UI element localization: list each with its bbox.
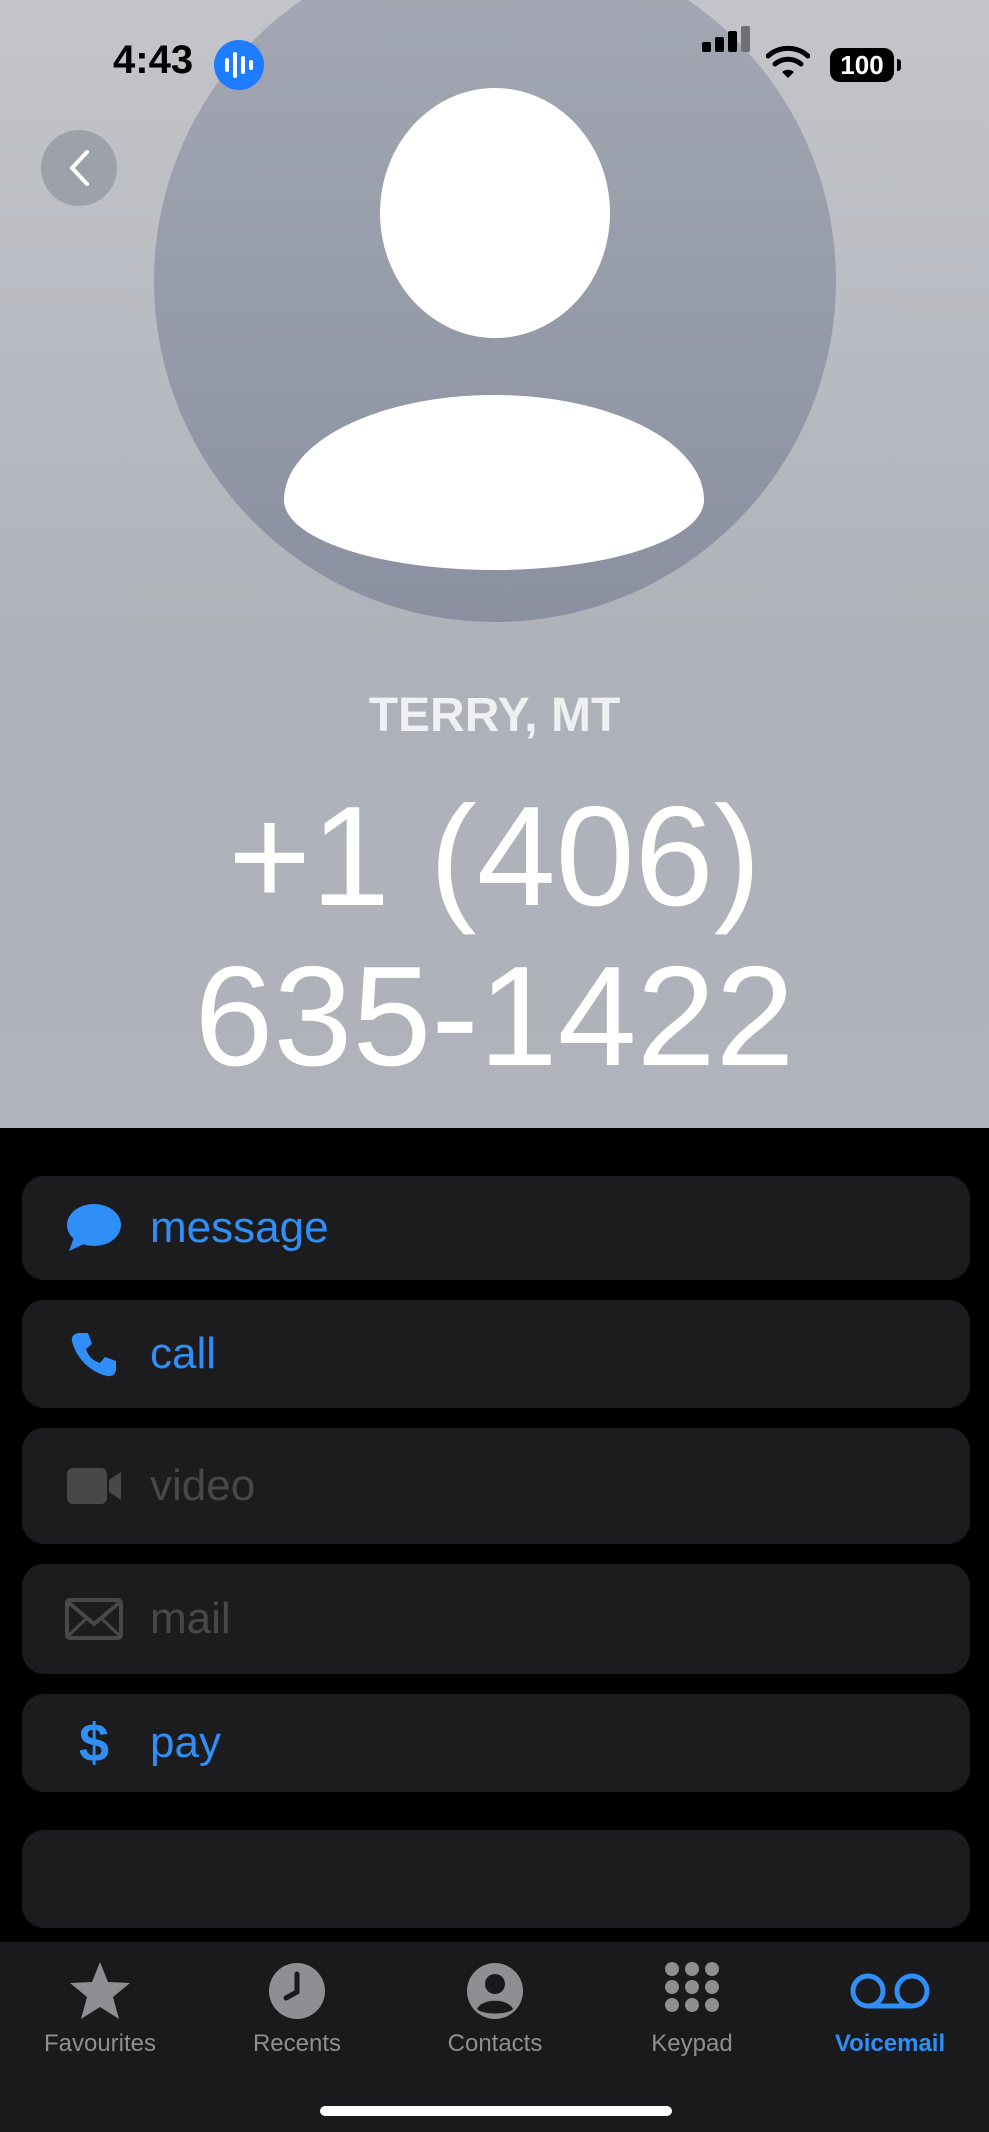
tab-keypad[interactable]: Keypad bbox=[602, 1956, 782, 2058]
mail-label: mail bbox=[150, 1594, 231, 1643]
tab-recents[interactable]: Recents bbox=[207, 1956, 387, 2058]
dollar-icon: $ bbox=[78, 1713, 110, 1773]
call-label: call bbox=[150, 1329, 217, 1378]
video-action-row[interactable]: video bbox=[22, 1428, 970, 1544]
call-action-row[interactable]: call bbox=[22, 1300, 970, 1408]
video-label: video bbox=[150, 1461, 256, 1510]
person-circle-icon bbox=[405, 1956, 585, 2026]
message-bubble-icon bbox=[62, 1196, 126, 1260]
envelope-icon bbox=[62, 1587, 126, 1651]
contact-header: 4:43 100 TERRY, MT +1 (406) 635-1422 bbox=[0, 0, 989, 1128]
phone-number-line1: +1 (406) bbox=[228, 777, 761, 936]
pay-action-row[interactable]: $ pay bbox=[22, 1694, 970, 1792]
chevron-left-icon bbox=[70, 150, 89, 186]
tab-favourites-label: Favourites bbox=[43, 2030, 157, 2057]
home-indicator[interactable] bbox=[320, 2106, 672, 2116]
tab-bar: Favourites Recents Contacts Keypad Voice… bbox=[0, 1942, 989, 2132]
message-label: message bbox=[150, 1203, 329, 1252]
message-action-row[interactable]: message bbox=[22, 1176, 970, 1280]
keypad-icon bbox=[602, 1956, 782, 2026]
video-camera-icon bbox=[62, 1454, 126, 1518]
back-button[interactable] bbox=[41, 130, 117, 206]
status-time: 4:43 bbox=[113, 38, 194, 82]
voicemail-icon bbox=[800, 1956, 980, 2026]
audio-recording-icon bbox=[214, 40, 264, 90]
tab-contacts[interactable]: Contacts bbox=[405, 1956, 585, 2058]
caller-location: TERRY, MT bbox=[368, 689, 621, 742]
pay-label: pay bbox=[150, 1718, 221, 1767]
tab-voicemail[interactable]: Voicemail bbox=[800, 1956, 980, 2058]
mail-action-row[interactable]: mail bbox=[22, 1564, 970, 1674]
phone-icon bbox=[62, 1322, 126, 1386]
wifi-icon bbox=[766, 45, 810, 78]
tab-favourites[interactable]: Favourites bbox=[10, 1956, 190, 2058]
tab-keypad-label: Keypad bbox=[651, 2030, 733, 2057]
star-icon bbox=[10, 1956, 190, 2026]
empty-row bbox=[22, 1830, 970, 1928]
battery-indicator: 100 bbox=[830, 48, 901, 82]
status-bar: 4:43 100 bbox=[0, 0, 989, 130]
clock-icon bbox=[207, 1956, 387, 2026]
tab-voicemail-label: Voicemail bbox=[834, 2030, 946, 2057]
avatar-body bbox=[284, 395, 704, 570]
phone-number-line2: 635-1422 bbox=[194, 937, 795, 1096]
tab-contacts-label: Contacts bbox=[447, 2030, 543, 2057]
tab-recents-label: Recents bbox=[252, 2030, 342, 2057]
